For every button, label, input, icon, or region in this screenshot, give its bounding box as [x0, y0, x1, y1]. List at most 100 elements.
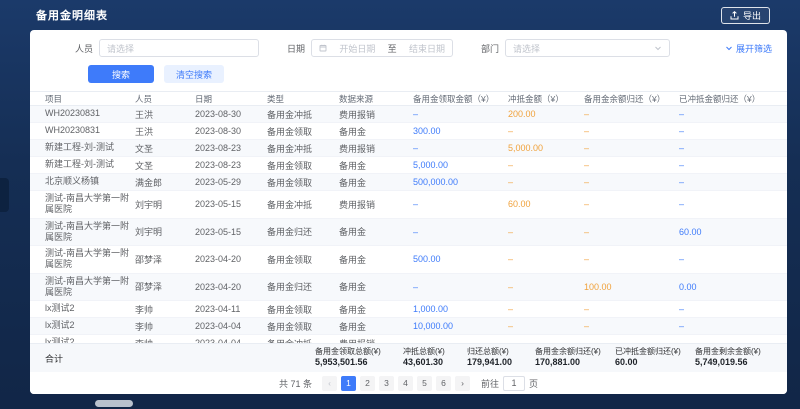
table-cell: WH20230831	[45, 123, 135, 138]
table-cell: 北京顺义杨镇	[45, 174, 135, 189]
export-icon	[730, 11, 739, 20]
table-row[interactable]: WH20230831王洪2023-08-30备用金领取备用金300.00–––	[30, 123, 787, 140]
person-select[interactable]: 请选择	[99, 39, 259, 57]
summary-item: 备用金领取总额(¥)5,953,501.56	[315, 347, 403, 368]
page-button[interactable]: 4	[398, 376, 413, 391]
table-cell: –	[584, 143, 679, 153]
column-header: 日期	[195, 93, 267, 105]
table-cell: 备用金领取	[267, 320, 339, 333]
summary-item-label: 已冲抵金额归还(¥)	[615, 347, 695, 357]
expand-filter-toggle[interactable]: 展开筛选	[725, 42, 772, 55]
dept-select[interactable]: 请选择	[505, 39, 670, 57]
table-cell: 备用金领取	[267, 303, 339, 316]
summary-row: 合计 备用金领取总额(¥)5,953,501.56冲抵总额(¥)43,601.3…	[30, 343, 787, 372]
table-row[interactable]: WH20230831王洪2023-08-30备用金冲抵费用报销–200.00––	[30, 106, 787, 123]
table-cell: 2023-08-30	[195, 126, 267, 136]
table-cell: 500.00	[413, 254, 508, 264]
table-cell: –	[679, 160, 772, 170]
sidebar-handle[interactable]	[0, 178, 9, 212]
filter-actions: 搜索 清空搜索	[30, 57, 787, 91]
date-label: 日期	[287, 42, 305, 55]
summary-item-value: 43,601.30	[403, 357, 467, 368]
chevron-down-icon	[654, 44, 662, 52]
pager-prev-button[interactable]: ‹	[322, 376, 337, 391]
table-cell: 文圣	[135, 142, 195, 155]
table-cell: lx测试2	[45, 318, 135, 333]
table-cell: 备用金	[339, 253, 413, 266]
page-button[interactable]: 1	[341, 376, 356, 391]
date-range-picker[interactable]: 开始日期 至 结束日期	[311, 39, 453, 57]
table-cell: –	[508, 321, 584, 331]
table-cell: –	[679, 321, 772, 331]
table-row[interactable]: 新建工程-刘-测试文圣2023-08-23备用金领取备用金5,000.00–––	[30, 157, 787, 174]
table-cell: WH20230831	[45, 106, 135, 121]
table-cell: 备用金归还	[267, 280, 339, 293]
person-placeholder: 请选择	[107, 42, 134, 55]
table-cell: –	[679, 143, 772, 153]
page-button[interactable]: 3	[379, 376, 394, 391]
table-cell: –	[584, 109, 679, 119]
table-cell: –	[679, 199, 772, 209]
table-cell: 新建工程-刘-测试	[45, 157, 135, 172]
table-cell: –	[413, 143, 508, 153]
table-cell: –	[679, 177, 772, 187]
table-row[interactable]: lx测试2李帅2023-04-04备用金领取备用金10,000.00–––	[30, 318, 787, 335]
search-button[interactable]: 搜索	[88, 65, 154, 83]
table-cell: 李帅	[135, 303, 195, 316]
pager: ‹ 123456 ›	[322, 376, 470, 391]
table-cell: 测试-南昌大学第一附属医院	[45, 219, 135, 246]
table-cell: 2023-05-29	[195, 177, 267, 187]
table-row[interactable]: 测试-南昌大学第一附属医院刘宇明2023-05-15备用金冲抵费用报销–60.0…	[30, 191, 787, 219]
table-cell: 备用金冲抵	[267, 108, 339, 121]
table-cell: –	[413, 227, 508, 237]
table-cell: 备用金	[339, 320, 413, 333]
summary-item: 备用金剩余金额(¥)5,749,019.56	[695, 347, 772, 368]
goto-label: 前往	[481, 377, 499, 390]
table-cell: 5,000.00	[508, 143, 584, 153]
table-row[interactable]: 测试-南昌大学第一附属医院邵梦泽2023-04-20备用金领取备用金500.00…	[30, 246, 787, 274]
page-button[interactable]: 6	[436, 376, 451, 391]
table-row[interactable]: lx测试2李帅2023-04-04备用金冲抵费用报销––––	[30, 335, 787, 343]
table-row[interactable]: 北京顺义杨镇满金郎2023-05-29备用金领取备用金500,000.00–––	[30, 174, 787, 191]
table-cell: 刘宇明	[135, 198, 195, 211]
table-cell: 2023-08-23	[195, 160, 267, 170]
pager-next-button[interactable]: ›	[455, 376, 470, 391]
summary-item: 归还总额(¥)179,941.00	[467, 347, 535, 368]
table-cell: 备用金	[339, 159, 413, 172]
summary-item-label: 归还总额(¥)	[467, 347, 535, 357]
page-button[interactable]: 2	[360, 376, 375, 391]
expand-label: 展开筛选	[736, 42, 772, 55]
column-header: 项目	[45, 93, 135, 105]
table-row[interactable]: 新建工程-刘-测试文圣2023-08-23备用金冲抵费用报销–5,000.00–…	[30, 140, 787, 157]
table-cell: –	[584, 321, 679, 331]
table-cell: –	[679, 304, 772, 314]
person-label: 人员	[75, 42, 93, 55]
table-cell: 王洪	[135, 108, 195, 121]
column-header: 人员	[135, 93, 195, 105]
table-cell: 测试-南昌大学第一附属医院	[45, 191, 135, 218]
export-button[interactable]: 导出	[721, 7, 770, 24]
table-cell: 李帅	[135, 320, 195, 333]
table-cell: 1,000.00	[413, 304, 508, 314]
summary-item-value: 60.00	[615, 357, 695, 368]
summary-item-label: 备用金剩余金额(¥)	[695, 347, 772, 357]
table-row[interactable]: 测试-南昌大学第一附属医院邵梦泽2023-04-20备用金归还备用金––100.…	[30, 274, 787, 302]
date-start-placeholder: 开始日期	[339, 42, 375, 55]
table-cell: 备用金	[339, 125, 413, 138]
table-row[interactable]: lx测试2李帅2023-04-11备用金领取备用金1,000.00–––	[30, 301, 787, 318]
table-cell: lx测试2	[45, 301, 135, 316]
table-cell: 新建工程-刘-测试	[45, 140, 135, 155]
clear-search-button[interactable]: 清空搜索	[164, 65, 224, 83]
export-label: 导出	[743, 9, 761, 22]
goto-page-input[interactable]	[503, 376, 525, 391]
page-button[interactable]: 5	[417, 376, 432, 391]
table-cell: 备用金归还	[267, 225, 339, 238]
table-cell: 2023-04-04	[195, 321, 267, 331]
table-row[interactable]: 测试-南昌大学第一附属医院刘宇明2023-05-15备用金归还备用金–––60.…	[30, 219, 787, 247]
topbar: 备用金明细表 导出	[0, 0, 800, 30]
table-cell: 10,000.00	[413, 321, 508, 331]
summary-item-value: 5,749,019.56	[695, 357, 772, 368]
table-cell: 200.00	[508, 109, 584, 119]
table-header-row: 项目人员日期类型数据来源备用金领取金额（¥）冲抵金额（¥）备用金余额归还（¥）已…	[30, 91, 787, 106]
goto-suffix: 页	[529, 377, 538, 390]
